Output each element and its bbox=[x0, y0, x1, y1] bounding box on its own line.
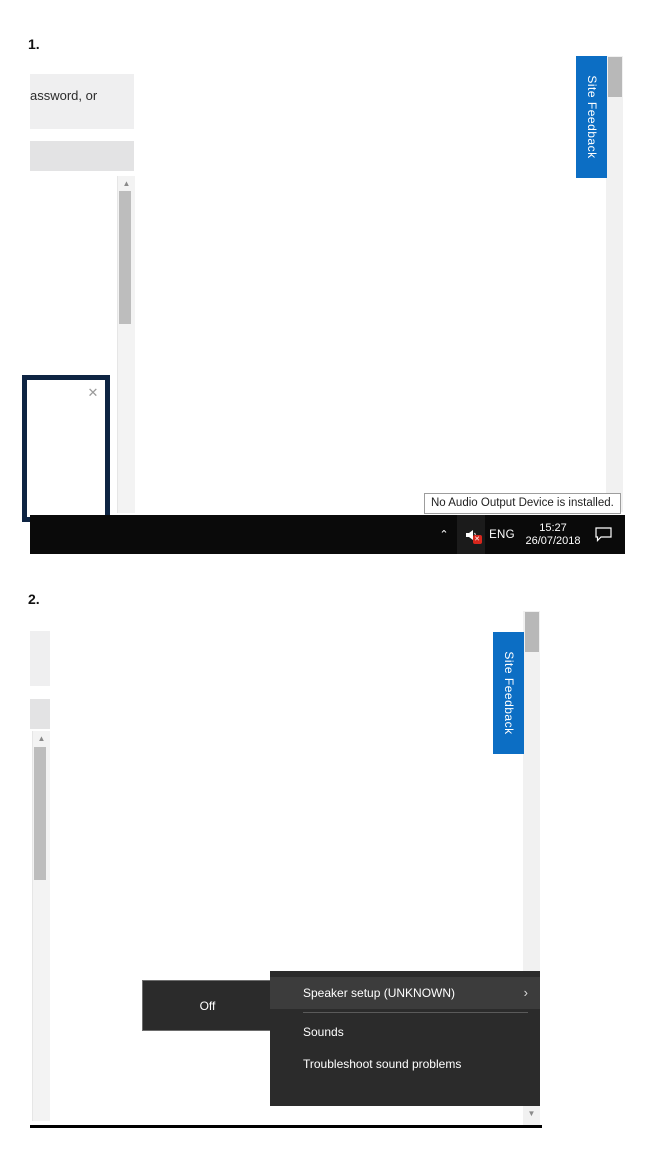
window-scrollbar-thumb[interactable] bbox=[525, 612, 539, 652]
site-feedback-label: Site Feedback bbox=[501, 651, 516, 735]
menu-separator bbox=[303, 1012, 528, 1013]
language-indicator[interactable]: ENG bbox=[485, 515, 519, 554]
speaker-muted-icon: ✕ bbox=[464, 528, 482, 544]
menu-item-troubleshoot-sound-problems-label: Troubleshoot sound problems bbox=[303, 1057, 462, 1071]
clock-time: 15:27 bbox=[539, 521, 567, 534]
page-fragment-panel: assword, or bbox=[30, 74, 134, 129]
menu-item-troubleshoot-sound-problems[interactable]: Troubleshoot sound problems bbox=[270, 1048, 540, 1080]
volume-tray-icon[interactable]: ✕ bbox=[457, 515, 485, 554]
window-scrollbar-thumb[interactable] bbox=[608, 57, 622, 97]
screenshot-step-1: assword, or ▲ ✕ Site Feedback No Audio O… bbox=[0, 56, 655, 556]
chevron-right-icon: › bbox=[523, 985, 528, 1000]
action-center-icon[interactable] bbox=[587, 515, 619, 554]
site-feedback-tab[interactable]: Site Feedback bbox=[576, 56, 607, 178]
navy-dialog[interactable]: ✕ bbox=[22, 375, 110, 522]
page-fragment-text: assword, or bbox=[30, 88, 98, 103]
volume-off-flyout: Off bbox=[142, 980, 273, 1031]
show-hidden-icons-icon[interactable]: ⌃ bbox=[431, 515, 457, 554]
volume-error-badge: ✕ bbox=[472, 534, 482, 544]
menu-item-sounds[interactable]: Sounds bbox=[270, 1016, 540, 1048]
site-feedback-label: Site Feedback bbox=[584, 75, 599, 159]
window-scrollbar[interactable] bbox=[606, 56, 623, 512]
taskbar: ⌃ ✕ ENG 15:27 26/07/2018 bbox=[30, 515, 625, 554]
scroll-up-arrow-icon[interactable]: ▲ bbox=[33, 734, 50, 744]
inner-page-scrollbar-thumb[interactable] bbox=[34, 747, 46, 880]
menu-item-sounds-label: Sounds bbox=[303, 1025, 344, 1039]
scroll-up-arrow-icon[interactable]: ▲ bbox=[118, 179, 135, 189]
page-fragment-panel bbox=[30, 631, 50, 686]
page-secondary-panel bbox=[30, 699, 50, 729]
step-1-label: 1. bbox=[28, 36, 40, 52]
menu-item-speaker-setup-label: Speaker setup (UNKNOWN) bbox=[303, 986, 456, 1000]
close-icon[interactable]: ✕ bbox=[86, 386, 100, 400]
clock-date: 26/07/2018 bbox=[525, 534, 581, 547]
screenshot-step-2: ▲ ▼ Site Feedback Off Speaker setup (UNK… bbox=[0, 611, 655, 1131]
step-2-label: 2. bbox=[28, 591, 40, 607]
audio-tooltip: No Audio Output Device is installed. bbox=[424, 493, 621, 514]
volume-context-menu[interactable]: Speaker setup (UNKNOWN) › Sounds Trouble… bbox=[270, 971, 540, 1106]
page-secondary-panel bbox=[30, 141, 134, 171]
scroll-down-arrow-icon[interactable]: ▼ bbox=[523, 1109, 540, 1119]
clock[interactable]: 15:27 26/07/2018 bbox=[519, 515, 587, 554]
site-feedback-tab[interactable]: Site Feedback bbox=[493, 632, 524, 754]
inner-page-scrollbar-thumb[interactable] bbox=[119, 191, 131, 324]
system-tray: ⌃ ✕ ENG 15:27 26/07/2018 bbox=[431, 515, 619, 554]
volume-off-label: Off bbox=[199, 998, 216, 1013]
menu-item-speaker-setup[interactable]: Speaker setup (UNKNOWN) › bbox=[270, 977, 540, 1009]
